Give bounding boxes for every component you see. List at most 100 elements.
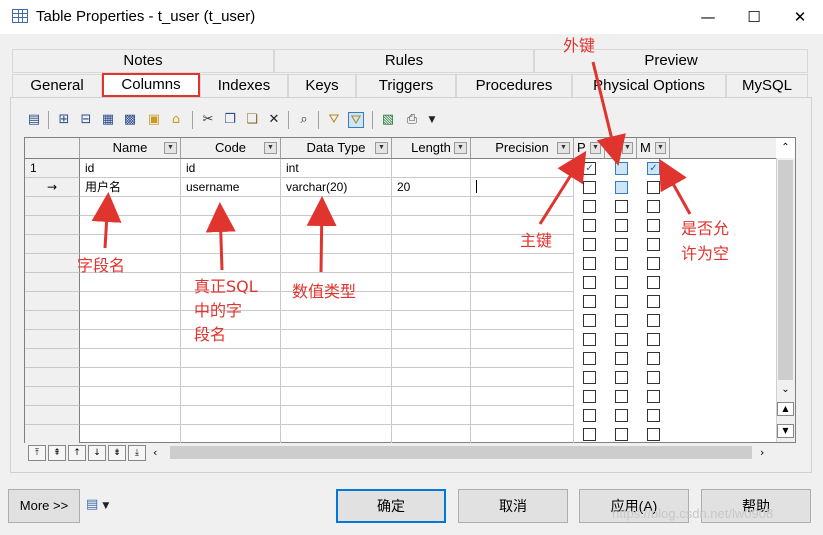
chevron-down-icon[interactable]: ▼ <box>622 142 633 154</box>
primary-checkbox[interactable] <box>583 371 596 384</box>
tab-triggers[interactable]: Triggers <box>356 74 456 98</box>
chevron-down-icon[interactable]: ▼ <box>375 142 388 154</box>
vertical-scroll-thumb[interactable] <box>778 160 793 380</box>
foreign-checkbox[interactable] <box>615 428 628 441</box>
row-header-empty[interactable] <box>25 349 80 368</box>
empty-cell[interactable] <box>281 330 392 349</box>
scroll-page-up-icon[interactable]: ▲ <box>777 402 794 416</box>
empty-cell[interactable] <box>281 311 392 330</box>
empty-cell[interactable] <box>80 311 181 330</box>
header-data-type[interactable]: Data Type ▼ <box>281 138 392 159</box>
tab-columns[interactable]: Columns <box>102 73 200 97</box>
chevron-down-icon[interactable]: ▼ <box>164 142 177 154</box>
minimize-button[interactable]: — <box>685 0 731 34</box>
cell-length[interactable]: 20 <box>392 178 471 197</box>
filter-clear-icon[interactable]: ⛛ <box>348 112 364 128</box>
foreign-checkbox[interactable] <box>615 409 628 422</box>
foreign-checkbox[interactable] <box>615 200 628 213</box>
empty-cell[interactable] <box>471 425 574 444</box>
primary-checkbox[interactable] <box>583 276 596 289</box>
foreign-checkbox[interactable] <box>615 238 628 251</box>
row-header-empty[interactable] <box>25 368 80 387</box>
row-header-empty[interactable] <box>25 292 80 311</box>
foreign-checkbox[interactable] <box>615 162 628 175</box>
empty-cell[interactable] <box>181 216 281 235</box>
mandatory-checkbox[interactable] <box>647 390 660 403</box>
scroll-right-icon[interactable]: › <box>760 445 774 461</box>
row-number[interactable]: 1 <box>25 159 80 178</box>
mandatory-checkbox[interactable] <box>647 200 660 213</box>
empty-cell[interactable] <box>471 368 574 387</box>
filter-icon[interactable]: ⛛ <box>326 112 342 128</box>
mandatory-checkbox[interactable] <box>647 238 660 251</box>
row-header-empty[interactable] <box>25 197 80 216</box>
copy2-icon[interactable]: ❐ <box>222 112 238 128</box>
horizontal-scroll-thumb[interactable] <box>170 446 752 459</box>
primary-checkbox[interactable] <box>583 295 596 308</box>
row-header-empty[interactable] <box>25 406 80 425</box>
delete-icon[interactable]: ✕ <box>266 112 282 128</box>
empty-cell[interactable] <box>80 330 181 349</box>
empty-cell[interactable] <box>471 387 574 406</box>
primary-checkbox[interactable] <box>583 428 596 441</box>
cell-precision[interactable] <box>471 159 574 178</box>
move-page-down-icon[interactable]: ⇟ <box>108 445 126 461</box>
empty-cell[interactable] <box>80 368 181 387</box>
mandatory-checkbox[interactable] <box>647 371 660 384</box>
mandatory-checkbox[interactable] <box>647 428 660 441</box>
empty-cell[interactable] <box>471 311 574 330</box>
cell-code[interactable]: username <box>181 178 281 197</box>
cut-icon[interactable]: ✂ <box>200 112 216 128</box>
mandatory-checkbox[interactable] <box>647 314 660 327</box>
empty-cell[interactable] <box>181 235 281 254</box>
empty-cell[interactable] <box>392 235 471 254</box>
tab-notes[interactable]: Notes <box>12 49 274 73</box>
empty-cell[interactable] <box>281 406 392 425</box>
mandatory-checkbox[interactable] <box>647 352 660 365</box>
mandatory-checkbox[interactable] <box>647 276 660 289</box>
empty-cell[interactable] <box>181 197 281 216</box>
chevron-down-icon[interactable]: ▼ <box>264 142 277 154</box>
empty-cell[interactable] <box>281 387 392 406</box>
empty-cell[interactable] <box>471 254 574 273</box>
mandatory-checkbox[interactable] <box>647 181 660 194</box>
row-header-empty[interactable] <box>25 235 80 254</box>
cell-data-type[interactable]: varchar(20) <box>281 178 392 197</box>
move-bottom-icon[interactable]: ⤓ <box>128 445 146 461</box>
primary-checkbox[interactable] <box>583 333 596 346</box>
empty-cell[interactable] <box>281 368 392 387</box>
foreign-checkbox[interactable] <box>615 276 628 289</box>
empty-cell[interactable] <box>392 387 471 406</box>
chevron-down-icon[interactable]: ▼ <box>557 142 570 154</box>
primary-checkbox[interactable] <box>583 390 596 403</box>
close-button[interactable]: ✕ <box>777 0 823 34</box>
cell-name[interactable]: 用户名 <box>80 178 181 197</box>
add-row-icon[interactable]: ⊟ <box>78 112 94 128</box>
excel-icon[interactable]: ▧ <box>380 112 396 128</box>
empty-cell[interactable] <box>392 216 471 235</box>
print-icon[interactable]: ⎙ <box>404 112 420 128</box>
empty-cell[interactable] <box>181 254 281 273</box>
find-columns-icon[interactable]: ▩ <box>122 112 138 128</box>
cell-data-type[interactable]: int <box>281 159 392 178</box>
empty-cell[interactable] <box>471 197 574 216</box>
foreign-checkbox[interactable] <box>615 333 628 346</box>
primary-checkbox[interactable]: ✓ <box>583 162 596 175</box>
move-down-icon[interactable]: ↓ <box>88 445 106 461</box>
header-code[interactable]: Code ▼ <box>181 138 281 159</box>
empty-cell[interactable] <box>181 425 281 444</box>
chevron-down-icon[interactable]: ▼ <box>454 142 467 154</box>
header-precision[interactable]: Precision ▼ <box>471 138 574 159</box>
empty-cell[interactable] <box>281 349 392 368</box>
foreign-checkbox[interactable] <box>615 314 628 327</box>
row-header-empty[interactable] <box>25 425 80 444</box>
primary-checkbox[interactable] <box>583 257 596 270</box>
primary-checkbox[interactable] <box>583 219 596 232</box>
foreign-checkbox[interactable] <box>615 390 628 403</box>
row-header-empty[interactable] <box>25 216 80 235</box>
empty-cell[interactable] <box>471 406 574 425</box>
mandatory-checkbox[interactable] <box>647 409 660 422</box>
print-menu-icon[interactable]: ▤ ▼ <box>86 497 120 515</box>
tab-keys[interactable]: Keys <box>288 74 356 98</box>
empty-cell[interactable] <box>181 387 281 406</box>
